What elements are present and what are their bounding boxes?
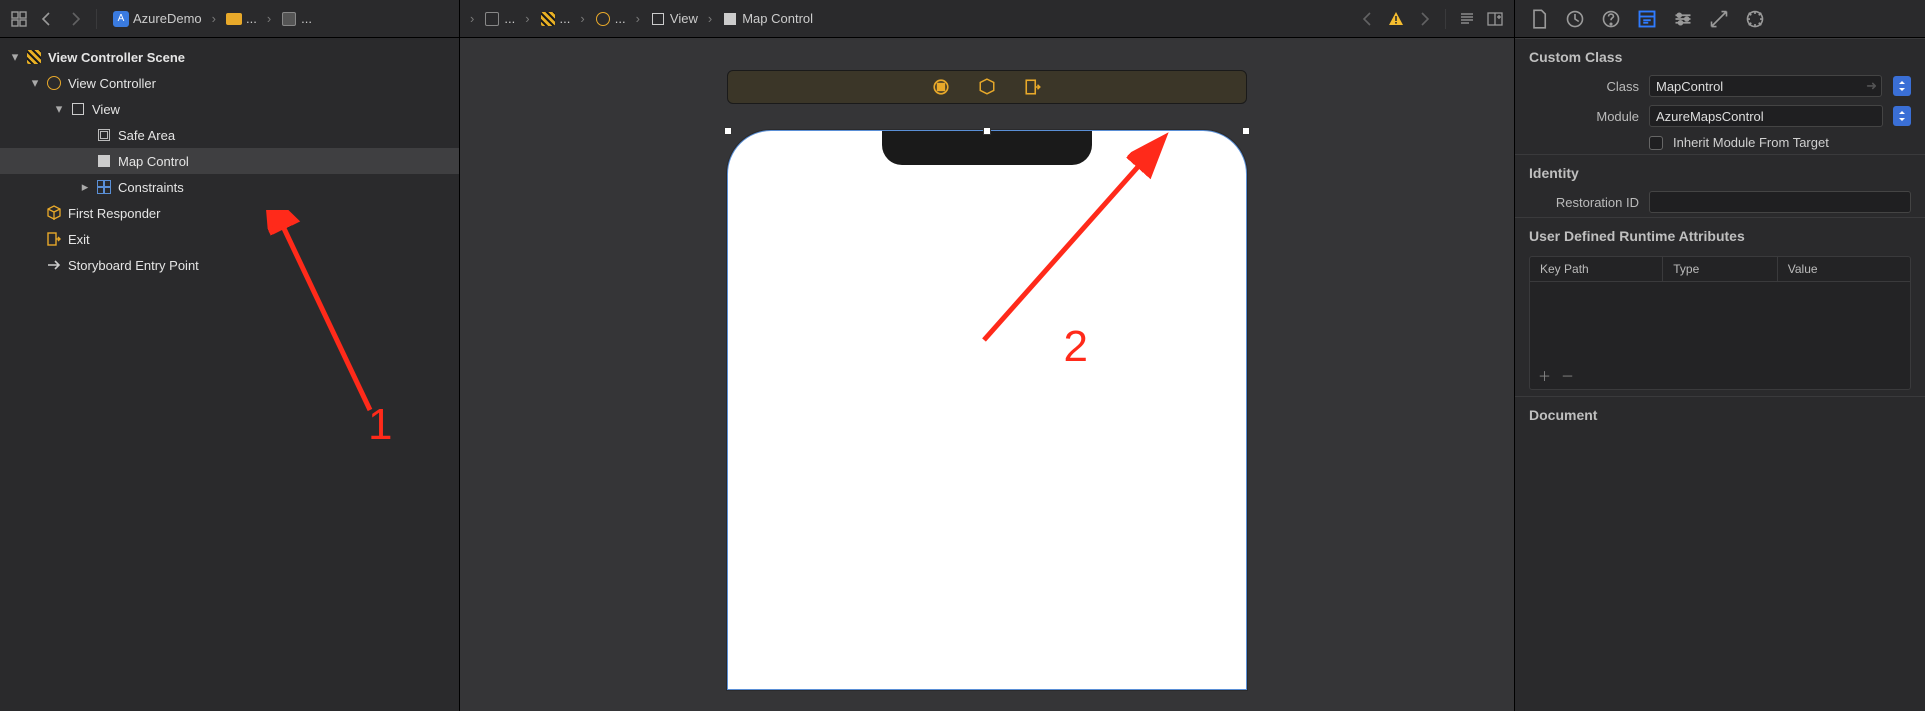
safearea-icon — [96, 127, 112, 143]
runtime-table-body[interactable] — [1530, 282, 1910, 362]
col-value[interactable]: Value — [1778, 257, 1910, 281]
restoration-label: Restoration ID — [1529, 195, 1639, 210]
entrypoint-label: Storyboard Entry Point — [68, 258, 199, 273]
vc-dock-icon[interactable] — [932, 78, 950, 96]
customview-icon — [96, 153, 112, 169]
disclosure-down-icon[interactable]: ▾ — [54, 104, 64, 114]
project-icon: A — [113, 11, 129, 27]
col-type[interactable]: Type — [1663, 257, 1778, 281]
outline-safearea[interactable]: Safe Area — [0, 122, 459, 148]
chevron-right-icon: › — [210, 11, 218, 26]
inherit-row: Inherit Module From Target — [1515, 131, 1925, 154]
safearea-label: Safe Area — [118, 128, 175, 143]
forward-icon[interactable] — [64, 8, 86, 30]
scene-icon — [26, 49, 42, 65]
storyboard-icon — [281, 11, 297, 27]
disclosure-right-icon[interactable]: ▸ — [80, 182, 90, 192]
goto-class-icon[interactable]: ➜ — [1866, 78, 1877, 94]
runtime-table-footer: ＋ － — [1530, 362, 1910, 389]
view-label: View — [92, 102, 120, 117]
remove-attr-button[interactable]: － — [1561, 366, 1574, 385]
selection-handle[interactable] — [724, 127, 732, 135]
jump-project[interactable]: A AzureDemo — [107, 9, 208, 29]
restoration-row: Restoration ID — [1515, 187, 1925, 217]
col-keypath[interactable]: Key Path — [1530, 257, 1663, 281]
class-dropdown-button[interactable] — [1893, 76, 1911, 96]
add-attr-button[interactable]: ＋ — [1538, 366, 1551, 385]
runtime-header: User Defined Runtime Attributes — [1515, 217, 1925, 250]
outline-view[interactable]: ▾ View — [0, 96, 459, 122]
attributes-inspector-icon[interactable] — [1673, 9, 1693, 29]
runtime-table: Key Path Type Value ＋ － — [1529, 256, 1911, 390]
outline-viewcontroller[interactable]: ▾ View Controller — [0, 70, 459, 96]
firstresponder-label: First Responder — [68, 206, 160, 221]
class-input[interactable] — [1649, 75, 1882, 97]
customclass-header: Custom Class — [1515, 38, 1925, 71]
exit-icon — [46, 231, 62, 247]
viewcontroller-icon — [46, 75, 62, 91]
connections-inspector-icon[interactable] — [1745, 9, 1765, 29]
canvas[interactable] — [460, 0, 1514, 711]
module-input[interactable] — [1649, 105, 1883, 127]
jump-label: ... — [246, 11, 257, 26]
entrypoint-icon — [46, 257, 62, 273]
module-row: Module — [1515, 101, 1925, 131]
related-items-icon[interactable] — [8, 8, 30, 30]
jump-folder[interactable]: ... — [220, 9, 263, 28]
size-inspector-icon[interactable] — [1709, 9, 1729, 29]
restoration-input[interactable] — [1649, 191, 1911, 213]
constraints-label: Constraints — [118, 180, 184, 195]
class-label: Class — [1529, 79, 1639, 94]
firstresponder-dock-icon[interactable] — [978, 78, 996, 96]
history-inspector-icon[interactable] — [1565, 9, 1585, 29]
outline-constraints[interactable]: ▸ Constraints — [0, 174, 459, 200]
annotation-arrow-1 — [220, 210, 390, 420]
jump-label: ... — [301, 11, 312, 26]
runtime-table-header: Key Path Type Value — [1530, 257, 1910, 282]
vc-label: View Controller — [68, 76, 156, 91]
jump-seg[interactable]: ... — [275, 9, 318, 29]
firstresponder-icon — [46, 205, 62, 221]
inspector-tabs — [1515, 0, 1925, 38]
exit-label: Exit — [68, 232, 90, 247]
module-dropdown-button[interactable] — [1893, 106, 1911, 126]
document-header: Document — [1515, 396, 1925, 429]
scene-label: View Controller Scene — [48, 50, 185, 65]
inherit-checkbox[interactable] — [1649, 136, 1663, 150]
project-name: AzureDemo — [133, 11, 202, 26]
disclosure-down-icon[interactable]: ▾ — [10, 52, 20, 62]
annotation-arrow-2 — [974, 130, 1174, 350]
inherit-label: Inherit Module From Target — [1673, 135, 1829, 150]
module-label: Module — [1529, 109, 1639, 124]
exit-dock-icon[interactable] — [1024, 78, 1042, 96]
identity-inspector-icon[interactable] — [1637, 9, 1657, 29]
chevron-right-icon: › — [265, 11, 273, 26]
folder-icon — [226, 13, 242, 25]
jumpbar: A AzureDemo › ... › ... — [107, 9, 451, 29]
back-icon[interactable] — [36, 8, 58, 30]
outline-mapcontrol[interactable]: Map Control — [0, 148, 459, 174]
separator — [96, 9, 97, 29]
left-toolbar: A AzureDemo › ... › ... — [0, 0, 459, 38]
identity-header: Identity — [1515, 154, 1925, 187]
help-inspector-icon[interactable] — [1601, 9, 1621, 29]
disclosure-down-icon[interactable]: ▾ — [30, 78, 40, 88]
class-row: Class ➜ — [1515, 71, 1925, 101]
scene-dock[interactable] — [727, 70, 1247, 104]
outline-scene[interactable]: ▾ View Controller Scene — [0, 44, 459, 70]
view-icon — [70, 101, 86, 117]
constraints-icon — [96, 179, 112, 195]
selection-handle[interactable] — [1242, 127, 1250, 135]
mapcontrol-label: Map Control — [118, 154, 189, 169]
file-inspector-icon[interactable] — [1529, 9, 1549, 29]
